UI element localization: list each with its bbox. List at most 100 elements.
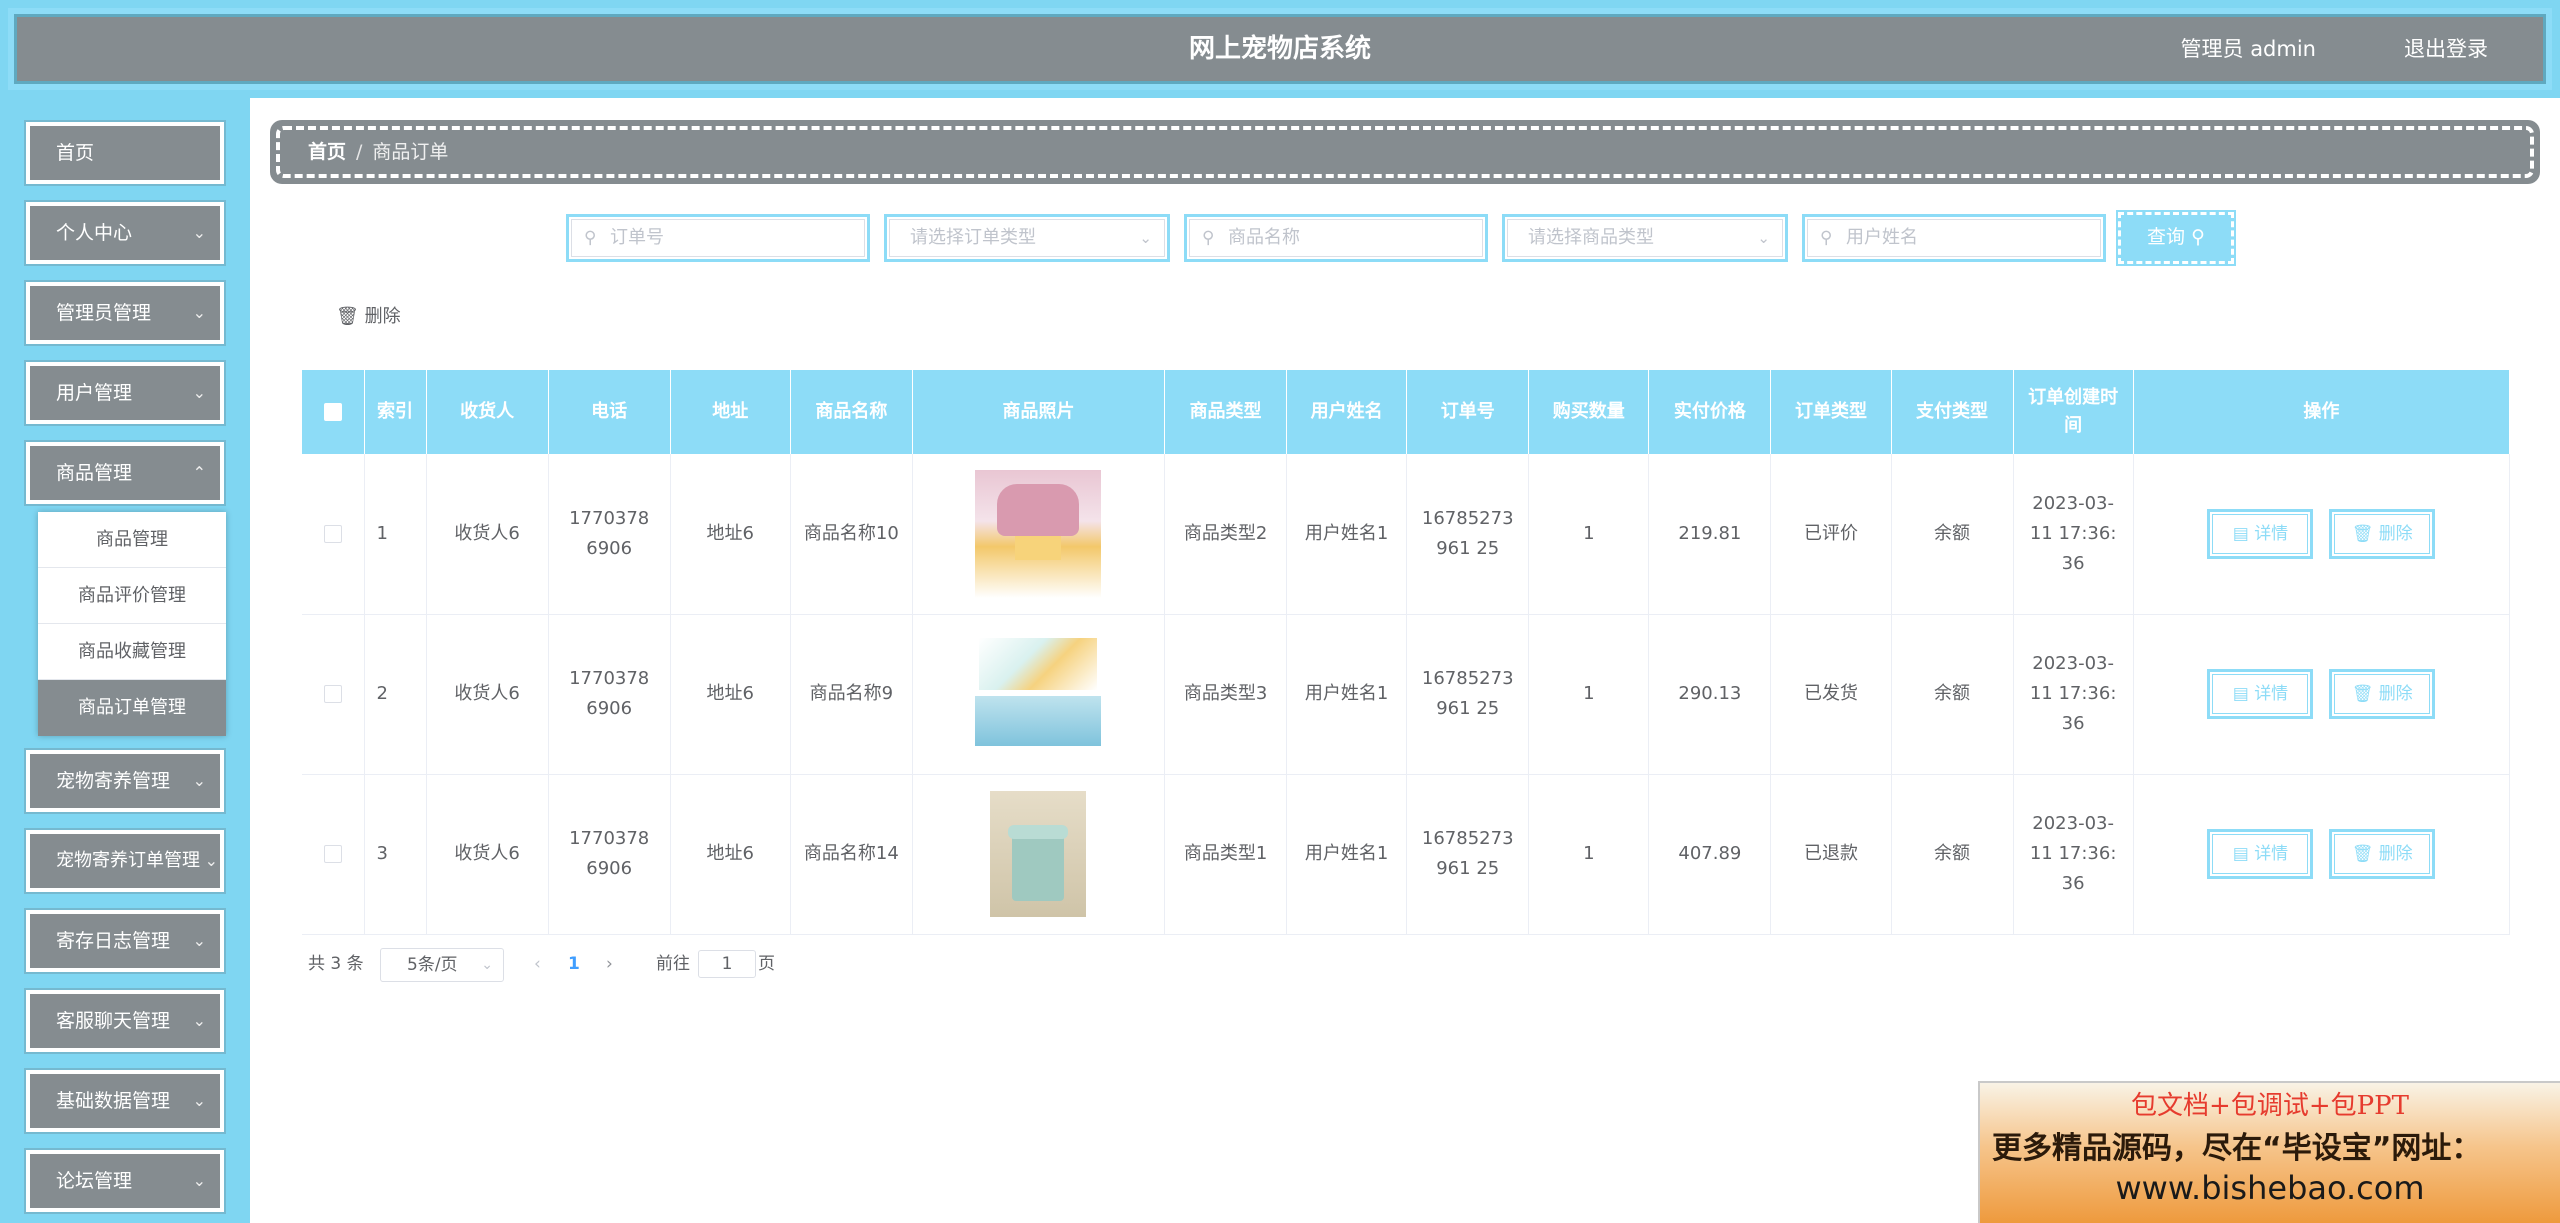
sidebar-item-storage-log[interactable]: 寄存日志管理 ⌄ — [26, 910, 224, 972]
cell-actions: ▤ 详情 🗑 删除 — [2133, 614, 2511, 775]
promo-line-2: 更多精品源码，尽在“毕设宝”网址： — [1992, 1131, 2482, 1166]
detail-label: 详情 — [2254, 844, 2289, 864]
goto-label: 前往 — [656, 954, 690, 974]
row-select[interactable] — [302, 614, 365, 775]
sidebar-item-pet-foster-orders[interactable]: 宠物寄养订单管理 ⌄ — [26, 830, 224, 892]
submenu-item-goods[interactable]: 商品管理 — [38, 512, 226, 568]
logout-link[interactable]: 退出登录 — [2404, 14, 2488, 84]
submenu-item-goods-favorite[interactable]: 商品收藏管理 — [38, 624, 226, 680]
sidebar: 首页 个人中心 ⌄ 管理员管理 ⌄ 用户管理 ⌄ 商品管理 ⌃ 商品管理 商品评价管理 … — [0, 98, 250, 1223]
delete-button[interactable]: 🗑 删除 — [2329, 508, 2436, 559]
trash-icon: 🗑 — [2351, 684, 2374, 704]
cell-index: 1 — [364, 454, 427, 615]
delete-button[interactable]: 🗑 删除 — [2329, 829, 2436, 879]
cell-order-type: 已评价 — [1770, 454, 1892, 615]
detail-button[interactable]: ▤ 详情 — [2207, 508, 2314, 559]
trash-icon: 🗑 — [2351, 523, 2374, 544]
product-image-shape — [1015, 535, 1062, 560]
row-checkbox[interactable] — [323, 524, 342, 543]
app-title: 网上宠物店系统 — [1188, 34, 1371, 64]
goods-photo[interactable] — [975, 634, 1102, 754]
batch-delete-button[interactable]: 🗑 删除 — [336, 302, 401, 328]
cell-address: 地址6 — [670, 454, 791, 615]
detail-label: 详情 — [2254, 684, 2289, 704]
breadcrumb-home[interactable]: 首页 — [308, 141, 346, 163]
delete-button[interactable]: 🗑 删除 — [2329, 669, 2436, 719]
trash-icon: 🗑 — [336, 306, 359, 327]
cell-created: 2023-03-11 17:36:36 — [2013, 614, 2134, 775]
row-checkbox[interactable] — [323, 685, 342, 703]
select-all-header[interactable] — [302, 370, 365, 454]
sidebar-item-forum[interactable]: 论坛管理 ⌄ — [26, 1150, 224, 1212]
sidebar-item-label: 宠物寄养订单管理 — [56, 850, 200, 871]
delete-label: 删除 — [2378, 523, 2413, 544]
submenu-item-goods-review[interactable]: 商品评价管理 — [38, 568, 226, 624]
cell-goods-photo — [912, 614, 1166, 775]
column-header: 操作 — [2133, 370, 2511, 454]
cell-user-name: 用户姓名1 — [1286, 774, 1408, 935]
cell-created: 2023-03-11 17:36:36 — [2013, 454, 2134, 615]
goods-photo[interactable] — [975, 469, 1102, 598]
submenu-item-goods-order[interactable]: 商品订单管理 — [38, 680, 226, 736]
total-count: 共 3 条 — [308, 954, 364, 974]
row-select[interactable] — [302, 774, 365, 935]
sidebar-item-admins[interactable]: 管理员管理 ⌄ — [26, 282, 224, 344]
cell-address: 地址6 — [670, 614, 791, 775]
breadcrumb: 首页 / 商品订单 — [270, 120, 2540, 184]
page-number[interactable]: 1 — [568, 946, 580, 982]
cell-qty: 1 — [1528, 454, 1650, 615]
sidebar-item-service-chat[interactable]: 客服聊天管理 ⌄ — [26, 990, 224, 1052]
delete-label: 删除 — [2378, 844, 2413, 864]
cell-pay-type: 余额 — [1891, 454, 2014, 615]
sidebar-item-pet-foster[interactable]: 宠物寄养管理 ⌄ — [26, 750, 224, 812]
goods-type-placeholder: 请选择商品类型 — [1528, 227, 1654, 248]
sidebar-item-goods[interactable]: 商品管理 ⌃ — [26, 442, 224, 504]
cell-goods-type: 商品类型1 — [1164, 774, 1288, 935]
goods-type-select[interactable]: 请选择商品类型 ⌄ — [1502, 214, 1788, 262]
column-header: 支付类型 — [1891, 370, 2014, 454]
column-header: 订单号 — [1406, 370, 1530, 454]
page-size-value: 5条/页 — [407, 955, 458, 975]
table-row: 1 收货人6 17703786906 地址6 商品名称10 商品类型2 用户姓名… — [302, 454, 2511, 615]
product-image-shape — [979, 638, 1098, 690]
detail-button[interactable]: ▤ 详情 — [2207, 669, 2314, 719]
product-image-shape — [975, 696, 1102, 746]
document-icon: ▤ — [2232, 523, 2249, 544]
cell-price: 407.89 — [1648, 774, 1772, 935]
detail-label: 详情 — [2254, 523, 2289, 544]
goto-page-input[interactable]: 1 — [698, 950, 756, 978]
user-name-search[interactable]: ⚲ 用户姓名 — [1802, 214, 2106, 262]
breadcrumb-separator: / — [356, 141, 363, 163]
goods-submenu: 商品管理 商品评价管理 商品收藏管理 商品订单管理 — [38, 512, 226, 736]
trash-icon: 🗑 — [2351, 844, 2374, 864]
breadcrumb-current: 商品订单 — [372, 141, 449, 163]
column-header: 电话 — [548, 370, 671, 454]
search-icon: ⚲ — [1202, 228, 1215, 248]
sidebar-item-home[interactable]: 首页 — [26, 122, 224, 184]
chevron-up-icon: ⌃ — [192, 463, 206, 482]
page-size-select[interactable]: 5条/页 ⌄ — [380, 948, 504, 982]
goods-photo[interactable] — [990, 791, 1087, 917]
sidebar-item-base-data[interactable]: 基础数据管理 ⌄ — [26, 1070, 224, 1132]
cell-order-no: 16785273961 25 — [1406, 774, 1530, 935]
select-all-checkbox[interactable] — [323, 403, 342, 421]
table-header-row: 索引 收货人 电话 地址 商品名称 商品照片 商品类型 用户姓名 订单号 购买数… — [302, 370, 2511, 454]
query-button[interactable]: 查询 ⚲ — [2118, 212, 2234, 264]
cell-goods-type: 商品类型2 — [1164, 454, 1288, 615]
sidebar-item-personal[interactable]: 个人中心 ⌄ — [26, 202, 224, 264]
column-header: 用户姓名 — [1286, 370, 1408, 454]
sidebar-item-label: 用户管理 — [56, 382, 133, 404]
prev-page-icon[interactable]: ‹ — [534, 946, 541, 982]
sidebar-item-label: 基础数据管理 — [56, 1090, 171, 1112]
sidebar-item-label: 论坛管理 — [56, 1170, 133, 1192]
goods-name-search[interactable]: ⚲ 商品名称 — [1184, 214, 1488, 262]
order-type-select[interactable]: 请选择订单类型 ⌄ — [884, 214, 1170, 262]
next-page-icon[interactable]: › — [606, 946, 613, 982]
order-no-search[interactable]: ⚲ 订单号 — [566, 214, 870, 262]
search-icon: ⚲ — [2191, 226, 2205, 248]
detail-button[interactable]: ▤ 详情 — [2207, 829, 2314, 879]
delete-label: 删除 — [2378, 684, 2413, 704]
row-checkbox[interactable] — [323, 845, 342, 863]
sidebar-item-users[interactable]: 用户管理 ⌄ — [26, 362, 224, 424]
row-select[interactable] — [302, 454, 365, 615]
